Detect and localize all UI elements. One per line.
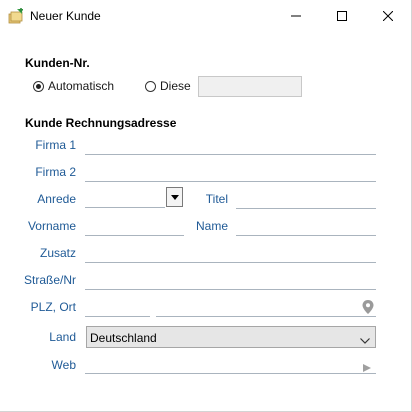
close-button[interactable] [365,0,411,31]
land-label: Land [49,330,76,344]
map-pin-icon[interactable] [362,300,374,317]
customer-add-icon [8,8,24,24]
vorname-label: Vorname [27,219,76,233]
strasse-input[interactable] [85,289,376,290]
radio-automatic-indicator[interactable] [33,80,44,92]
firma2-input[interactable] [85,181,376,182]
anrede-select[interactable] [85,207,165,208]
play-arrow-icon[interactable] [363,361,371,375]
titel-input[interactable] [236,208,376,209]
plz-input[interactable] [85,316,150,317]
strasse-label: Straße/Nr [23,273,76,287]
billing-address-heading: Kunde Rechnungsadresse [25,116,177,130]
radio-automatic[interactable]: Automatisch [33,79,114,93]
new-customer-window: Neuer Kunde Kunden-Nr. Automatisch Diese… [0,0,412,412]
radio-automatic-label: Automatisch [48,79,115,93]
close-icon [383,10,393,21]
plz-label: PLZ, Ort [30,300,76,314]
radio-this[interactable]: Diese [145,79,191,93]
firma2-label: Firma 2 [35,165,76,179]
titel-label: Titel [205,192,228,206]
vorname-input[interactable] [85,235,184,236]
radio-this-indicator[interactable] [145,80,156,92]
maximize-icon [337,10,347,21]
anrede-dropdown-button[interactable] [166,187,183,207]
name-input[interactable] [236,235,376,236]
land-select-value: Deutschland [90,331,157,345]
land-select[interactable]: Deutschland [86,326,376,348]
maximize-button[interactable] [319,0,365,31]
firma1-label: Firma 1 [35,138,76,152]
minimize-button[interactable] [273,0,319,31]
zusatz-label: Zusatz [39,246,76,260]
web-label: Web [51,358,76,372]
customer-number-input[interactable] [198,76,302,97]
minimize-icon [291,15,301,16]
triangle-down-icon [170,194,179,200]
firma1-input[interactable] [85,154,376,155]
chevron-down-icon [360,333,370,347]
radio-this-label: Diese [160,79,191,93]
name-label: Name [195,219,228,233]
ort-input[interactable] [156,316,376,317]
window-title: Neuer Kunde [30,9,101,23]
web-input[interactable] [85,373,376,374]
title-bar: Neuer Kunde [0,0,411,31]
zusatz-input[interactable] [85,262,376,263]
anrede-label: Anrede [37,192,76,206]
customer-number-heading: Kunden-Nr. [25,56,90,70]
